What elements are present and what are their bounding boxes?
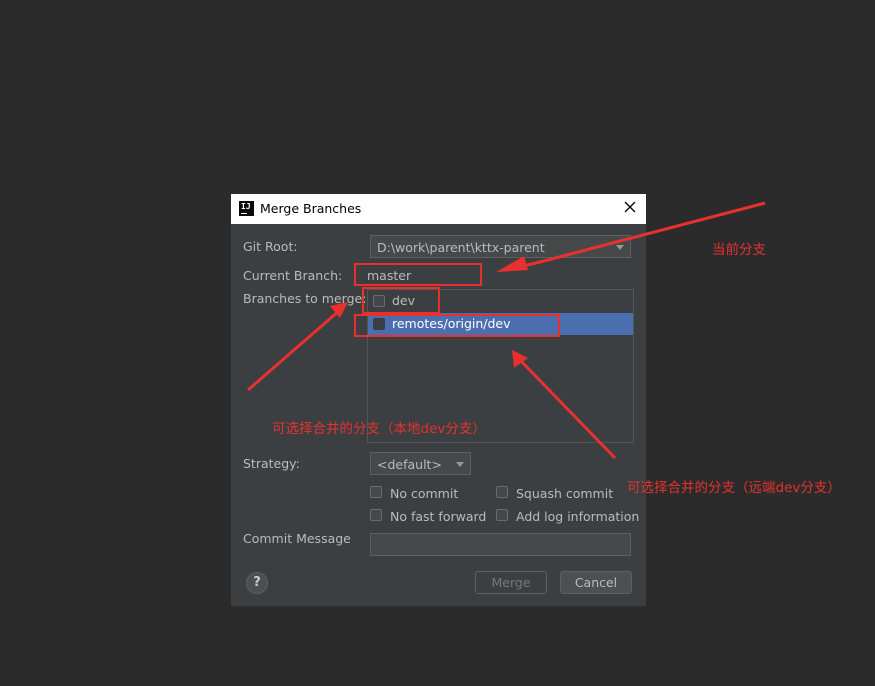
arrow-to-local-branch (247, 308, 341, 392)
arrow-to-remote-branch (518, 358, 617, 460)
local-branch-annotation: 可选择合并的分支（本地dev分支） (272, 421, 486, 437)
arrowhead-current-branch (496, 256, 528, 272)
annotation-arrows (247, 201, 766, 460)
arrow-to-current-branch (506, 201, 766, 272)
current-branch-annotation: 当前分支 (712, 242, 766, 258)
remote-branch-annotation: 可选择合并的分支（远端dev分支） (627, 480, 841, 496)
